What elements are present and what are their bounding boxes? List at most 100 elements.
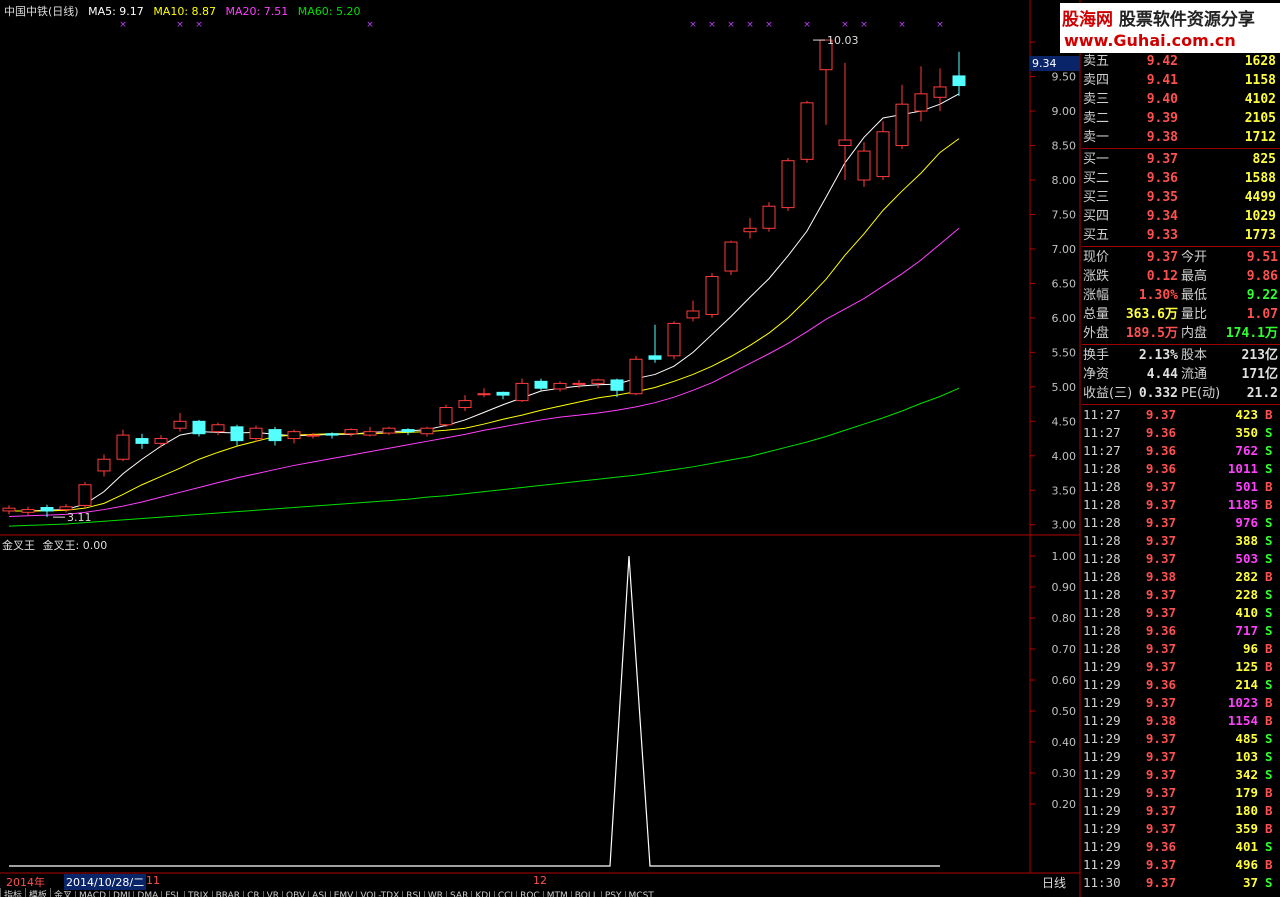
chart-frame: [0, 0, 1081, 897]
separator: [1082, 344, 1280, 345]
bid-price: 9.35: [1146, 190, 1178, 205]
tick-time: 11:30: [1083, 875, 1121, 890]
ma5-label: MA5: 9.17: [88, 5, 144, 18]
tick-time: 11:27: [1083, 407, 1121, 422]
indicator-tab[interactable]: CR: [243, 891, 263, 897]
indicator-tabs: 指标 模板 金叉 MACD DMI DMA FSL TRIX BRAR CR VR OBV ASI EMV…: [0, 888, 657, 897]
quote-panel: 卖五 9.42 1628 卖四 9.41 1158 卖三 9.40 4102 卖二 9.39 2105…: [1082, 52, 1280, 892]
tick-price: 9.37: [1145, 857, 1176, 872]
tick-flag: B: [1265, 659, 1273, 674]
indicator-tab[interactable]: CCI: [493, 891, 516, 897]
tick-time: 11:29: [1083, 749, 1121, 764]
price-tick-label: 3.50: [1052, 484, 1077, 497]
price-axis: 109.509.008.508.007.507.006.506.005.505.…: [1030, 36, 1076, 532]
tick-volume: 282: [1235, 569, 1258, 584]
candle-body-up: [306, 434, 320, 437]
tick-volume: 214: [1235, 677, 1258, 692]
indicator-tab[interactable]: ASI: [308, 891, 330, 897]
ma-line-ma20: [8, 227, 960, 517]
period-selector[interactable]: 日线: [1042, 874, 1066, 891]
price-tick-label: 5.00: [1052, 381, 1077, 394]
jinchawang-line: [9, 555, 940, 867]
candle-body-down: [40, 506, 54, 512]
fundamental-row: 收益(三) 0.332 PE(动) 21.2: [1082, 384, 1280, 403]
tick-time: 11:28: [1083, 461, 1121, 476]
tick-time: 11:28: [1083, 587, 1121, 602]
candle-body-up: [439, 407, 453, 426]
candle-body-up: [876, 131, 890, 178]
tick-price: 9.37: [1145, 533, 1176, 548]
indicator-tab[interactable]: DMA: [133, 891, 161, 897]
indicator-tab[interactable]: 指标: [0, 888, 25, 897]
tick-time: 11:28: [1083, 569, 1121, 584]
ask-row: 卖二 9.39 2105: [1082, 109, 1280, 128]
tick-price: 9.38: [1145, 713, 1176, 728]
tick-volume: 1154: [1227, 713, 1258, 728]
ask-row: 卖三 9.40 4102: [1082, 90, 1280, 109]
signal-marker: ×: [746, 20, 754, 30]
indicator-tab[interactable]: BRAR: [211, 891, 243, 897]
separator: [1082, 148, 1280, 149]
indicator-tick-label: 0.50: [1052, 705, 1077, 718]
candle-body-down: [268, 429, 282, 442]
chart-header: 中国中铁(日线) MA5: 9.17 MA10: 8.87 MA20: 7.51…: [4, 3, 366, 19]
ask-price: 9.42: [1146, 54, 1178, 69]
tick-price: 9.37: [1145, 749, 1176, 764]
tick-price: 9.36: [1145, 623, 1176, 638]
indicator-name: 金叉王: [2, 539, 35, 552]
indicator-tab[interactable]: SAR: [446, 891, 471, 897]
indicator-tab[interactable]: BOLL: [570, 891, 601, 897]
tick-volume: 501: [1235, 479, 1258, 494]
indicator-tab[interactable]: VOL-TDX: [356, 891, 402, 897]
ma-line-ma5: [9, 93, 960, 512]
indicator-tab[interactable]: VR: [262, 891, 282, 897]
tick-price: 9.37: [1145, 803, 1176, 818]
indicator-header: 金叉王 金叉王: 0.00: [2, 537, 107, 553]
candle-body-down: [534, 380, 548, 389]
indicator-tab[interactable]: 金叉: [50, 888, 75, 897]
signal-markers: × × × × × × × × × × × × × ×: [119, 20, 944, 30]
candle-body-up: [116, 434, 130, 460]
tick-flag: S: [1265, 731, 1273, 746]
indicator-tab[interactable]: PSY: [600, 891, 625, 897]
tick-row: 11:28 9.36 1011 S: [1082, 460, 1280, 478]
tick-volume: 976: [1235, 515, 1258, 530]
signal-marker: ×: [898, 20, 906, 30]
tick-flag: S: [1265, 533, 1273, 548]
indicator-tab[interactable]: TRIX: [184, 891, 212, 897]
bid-row: 买二 9.36 1588: [1082, 169, 1280, 188]
tick-flag: B: [1265, 407, 1273, 422]
tick-volume: 503: [1235, 551, 1258, 566]
indicator-tab[interactable]: FSL: [161, 891, 184, 897]
candle-body-up: [724, 241, 738, 272]
indicator-tab[interactable]: EMV: [329, 891, 357, 897]
indicator-tab[interactable]: MTM: [542, 891, 571, 897]
bid-row: 买四 9.34 1029: [1082, 207, 1280, 226]
tick-volume: 423: [1235, 407, 1258, 422]
ask-label: 卖五: [1083, 54, 1110, 69]
indicator-tab[interactable]: 模板: [25, 888, 50, 897]
bid-price: 9.33: [1146, 228, 1178, 243]
indicator-tab[interactable]: ROC: [516, 891, 543, 897]
tick-volume: 485: [1235, 731, 1258, 746]
tick-volume: 228: [1235, 587, 1258, 602]
candle-body-up: [515, 382, 529, 402]
indicator-tab[interactable]: DMI: [109, 891, 133, 897]
ma-line-ma60: [8, 387, 960, 527]
indicator-tab[interactable]: WR: [423, 891, 446, 897]
indicator-tab[interactable]: MCST: [624, 891, 657, 897]
price-tick-label: 9.50: [1052, 71, 1077, 84]
indicator-tab[interactable]: RSI: [402, 891, 424, 897]
indicator-tick-label: 0.30: [1052, 767, 1077, 780]
tick-volume: 96: [1242, 641, 1258, 656]
indicator-tab[interactable]: OBV: [282, 891, 308, 897]
candle-body-up: [173, 420, 187, 429]
bid-label: 买五: [1083, 228, 1110, 243]
month-label-11: 11: [146, 874, 160, 887]
indicator-tab[interactable]: KDJ: [471, 891, 494, 897]
logo-url: www.Guhai.com.cn: [1064, 31, 1236, 50]
indicator-tab[interactable]: MACD: [75, 891, 109, 897]
price-tick-label: 8.50: [1052, 140, 1077, 153]
quote-label: 最低: [1181, 288, 1208, 303]
tick-volume: 359: [1235, 821, 1258, 836]
